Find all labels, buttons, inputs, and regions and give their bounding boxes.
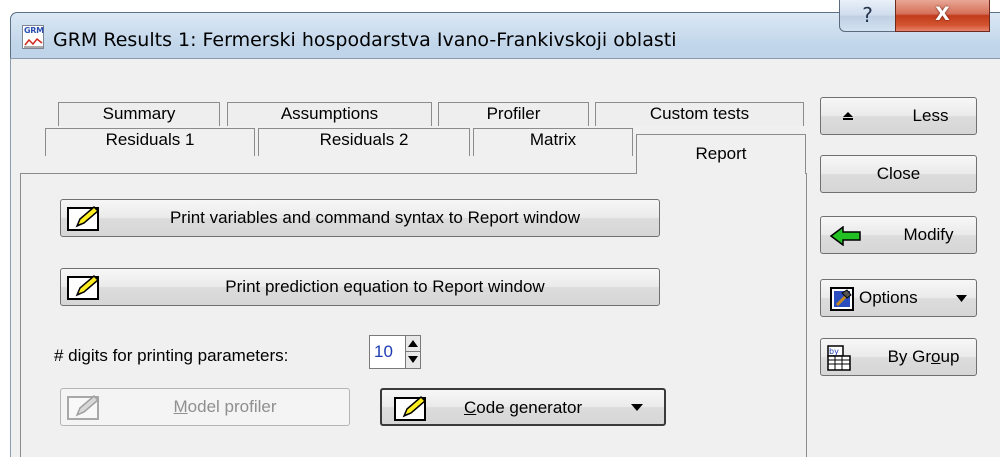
dropdown-arrow-icon <box>956 295 967 302</box>
chart-line-icon <box>24 37 43 48</box>
digits-input[interactable]: 10 <box>369 335 405 369</box>
by-group-label-pre: By Gr <box>887 347 932 366</box>
spin-down-icon[interactable] <box>406 352 420 368</box>
tab-matrix[interactable]: Matrix <box>473 128 633 156</box>
options-button[interactable]: Options <box>820 279 977 317</box>
tab-report[interactable]: Report <box>636 134 806 174</box>
help-button[interactable]: ? <box>839 0 896 32</box>
model-profiler-mnemonic: M <box>173 397 188 416</box>
tab-residuals-1[interactable]: Residuals 1 <box>45 128 255 156</box>
less-button[interactable]: Less <box>820 97 977 135</box>
code-generator-label: ode generator <box>476 398 583 417</box>
window-close-button[interactable]: X <box>895 0 990 32</box>
code-generator-mnemonic: C <box>464 398 477 417</box>
code-generator-button[interactable]: Code generator <box>380 388 666 426</box>
print-variables-button[interactable]: Print variables and command syntax to Re… <box>60 199 660 237</box>
digits-spinner[interactable] <box>405 335 421 369</box>
app-icon-text: GRM <box>24 26 44 35</box>
close-button[interactable]: Close <box>820 155 977 193</box>
tab-assumptions[interactable]: Assumptions <box>227 102 432 126</box>
spin-up-icon[interactable] <box>406 336 420 352</box>
by-group-mnemonic: o <box>931 347 941 366</box>
dropdown-arrow-icon <box>631 404 643 411</box>
by-group-label-post: up <box>940 347 960 366</box>
tab-custom-tests[interactable]: Custom tests <box>595 102 804 126</box>
window-title: GRM Results 1: Fermerski hospodarstva Iv… <box>53 29 677 51</box>
print-equation-button[interactable]: Print prediction equation to Report wind… <box>60 268 660 306</box>
tab-summary[interactable]: Summary <box>58 102 220 126</box>
modify-button[interactable]: Modify <box>820 216 977 254</box>
options-hammer-icon <box>830 287 854 311</box>
tab-residuals-2[interactable]: Residuals 2 <box>258 128 470 156</box>
pencil-note-icon <box>394 395 427 421</box>
model-profiler-button[interactable]: Model profiler <box>60 388 350 426</box>
help-icon: ? <box>862 3 873 27</box>
model-profiler-label: odel profiler <box>187 397 277 416</box>
digits-label: # digits for printing parameters: <box>54 346 289 365</box>
tab-profiler[interactable]: Profiler <box>438 102 589 126</box>
by-group-button[interactable]: by By Group <box>820 338 977 376</box>
grm-app-icon[interactable]: GRM <box>22 25 44 49</box>
close-icon: X <box>935 3 950 25</box>
